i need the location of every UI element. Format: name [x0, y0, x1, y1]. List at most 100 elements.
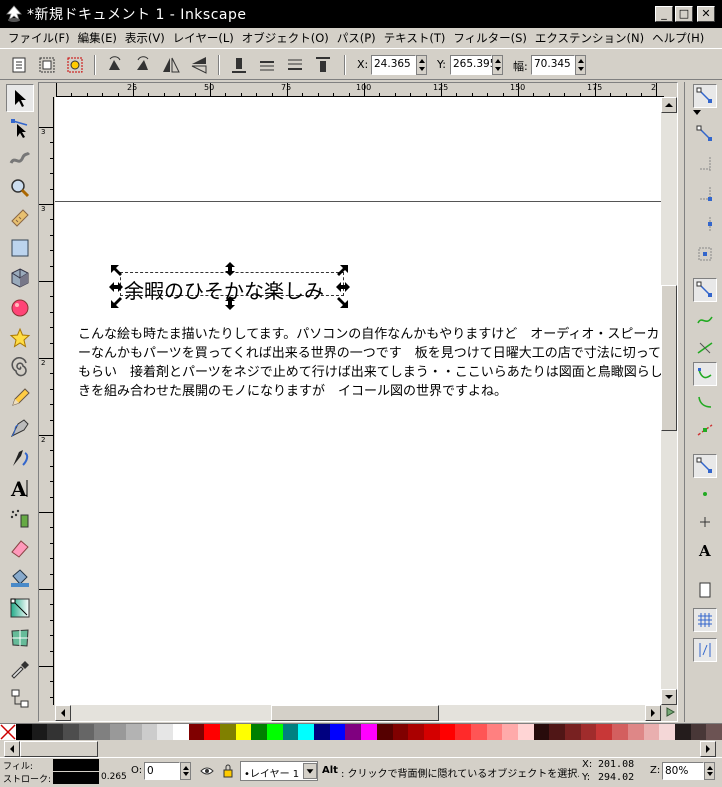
snap-intersection-icon[interactable] — [693, 336, 717, 360]
menu-filters[interactable]: フィルター(S) — [453, 30, 527, 46]
palette-swatch[interactable] — [659, 724, 675, 740]
palette-swatch[interactable] — [16, 724, 32, 740]
menu-text[interactable]: テキスト(T) — [384, 30, 446, 46]
palette-swatch[interactable] — [596, 724, 613, 740]
visibility-eye-icon[interactable] — [200, 766, 214, 776]
snap-nodes-icon[interactable] — [693, 278, 717, 302]
snap-grid-icon[interactable] — [693, 608, 717, 632]
scale-handle-ne-icon[interactable] — [335, 264, 349, 278]
palette-swatch[interactable] — [706, 724, 722, 740]
palette-swatch[interactable] — [267, 724, 283, 740]
vertical-scrollbar[interactable] — [661, 97, 677, 705]
calligraphy-tool-icon[interactable] — [6, 444, 34, 472]
measure-tool-icon[interactable] — [6, 204, 34, 232]
flip-vertical-icon[interactable] — [188, 54, 210, 76]
palette-swatch[interactable] — [502, 724, 518, 740]
snap-bbox-corner-icon[interactable] — [693, 182, 717, 206]
palette-swatch[interactable] — [392, 724, 409, 740]
lower-icon[interactable] — [284, 54, 306, 76]
text-tool-icon[interactable]: A — [6, 474, 34, 502]
selector-tool-icon[interactable] — [6, 84, 34, 112]
menu-edit[interactable]: 編集(E) — [78, 30, 117, 46]
scale-handle-sw-icon[interactable] — [110, 295, 124, 309]
palette-scrollbar[interactable] — [0, 741, 722, 757]
canvas-corner-arrow-icon[interactable] — [664, 706, 676, 718]
palette-swatch[interactable] — [314, 724, 330, 740]
snap-path-icon[interactable] — [693, 308, 717, 332]
scroll-right-icon[interactable] — [645, 705, 661, 721]
drawing-canvas[interactable] — [55, 97, 661, 705]
tweak-tool-icon[interactable] — [6, 144, 34, 172]
palette-swatch[interactable] — [423, 724, 440, 740]
rotate-cw-icon[interactable] — [132, 54, 154, 76]
scroll-up-icon[interactable] — [661, 97, 677, 113]
palette-swatch[interactable] — [157, 724, 173, 740]
menu-path[interactable]: パス(P) — [337, 30, 376, 46]
palette-swatch[interactable] — [298, 724, 315, 740]
snap-enable-icon[interactable] — [693, 84, 717, 108]
palette-swatch[interactable] — [219, 724, 236, 740]
snap-page-border-icon[interactable] — [693, 578, 717, 602]
scale-handle-s-icon[interactable] — [223, 296, 237, 310]
palette-swatch[interactable] — [345, 724, 362, 740]
horizontal-scroll-thumb[interactable] — [271, 705, 439, 721]
palette-swatch[interactable] — [580, 724, 597, 740]
palette-swatch[interactable] — [78, 724, 95, 740]
palette-swatch[interactable] — [627, 724, 644, 740]
palette-swatch[interactable] — [565, 724, 581, 740]
scroll-left-icon[interactable] — [55, 705, 71, 721]
raise-to-top-icon[interactable] — [228, 54, 250, 76]
palette-swatch[interactable] — [47, 724, 64, 740]
palette-swatch[interactable] — [125, 724, 142, 740]
horizontal-ruler[interactable]: 25 50 75 100 125 150 175 2 — [56, 83, 664, 97]
snap-bbox-edge-icon[interactable] — [693, 152, 717, 176]
scale-handle-nw-icon[interactable] — [110, 264, 124, 278]
palette-swatch[interactable] — [63, 724, 79, 740]
scale-handle-w-icon[interactable] — [109, 280, 123, 294]
snap-rotation-center-icon[interactable] — [693, 510, 717, 534]
palette-swatch[interactable] — [439, 724, 456, 740]
y-spinner-icon[interactable] — [492, 55, 503, 75]
palette-swatch[interactable] — [690, 724, 707, 740]
palette-swatch[interactable] — [549, 724, 566, 740]
color-palette[interactable] — [0, 723, 722, 741]
snap-bbox-midpoint-icon[interactable] — [693, 212, 717, 236]
stroke-swatch[interactable] — [53, 772, 99, 784]
gradient-tool-icon[interactable] — [6, 594, 34, 622]
snap-bbox-icon[interactable] — [693, 122, 717, 146]
canvas-body-text[interactable]: こんな絵も時たま描いたりしてます。パソコンの自作なんかもやりますけど オーディオ… — [78, 325, 663, 401]
palette-swatch[interactable] — [172, 724, 189, 740]
lower-to-bottom-icon[interactable] — [312, 54, 334, 76]
scale-handle-e-icon[interactable] — [336, 280, 350, 294]
snap-guides-icon[interactable] — [693, 638, 717, 662]
palette-swatch[interactable] — [674, 724, 691, 740]
palette-swatch[interactable] — [329, 724, 346, 740]
palette-swatch[interactable] — [486, 724, 503, 740]
select-all-icon[interactable] — [8, 54, 30, 76]
snap-object-center-icon[interactable] — [693, 482, 717, 506]
palette-swatch[interactable] — [518, 724, 534, 740]
palette-swatch[interactable] — [188, 724, 205, 740]
menu-help[interactable]: ヘルプ(H) — [652, 30, 704, 46]
palette-swatch[interactable] — [204, 724, 220, 740]
ellipse-tool-icon[interactable] — [6, 294, 34, 322]
close-button[interactable]: ✕ — [697, 6, 715, 22]
palette-swatch[interactable] — [643, 724, 660, 740]
fill-swatch[interactable] — [53, 759, 99, 771]
menu-view[interactable]: 表示(V) — [125, 30, 165, 46]
snap-cusp-icon[interactable] — [693, 362, 717, 386]
palette-swatch[interactable] — [235, 724, 252, 740]
mesh-tool-icon[interactable] — [6, 624, 34, 652]
width-input[interactable]: 70.345 — [531, 55, 575, 75]
layer-lock-icon[interactable] — [222, 764, 234, 778]
palette-swatch[interactable] — [141, 724, 158, 740]
x-spinner-icon[interactable] — [416, 55, 427, 75]
star-tool-icon[interactable] — [6, 324, 34, 352]
palette-swatch[interactable] — [612, 724, 628, 740]
spray-tool-icon[interactable] — [6, 504, 34, 532]
vertical-ruler[interactable]: 3 3 2 2 — [39, 97, 54, 705]
scale-handle-n-icon[interactable] — [223, 262, 237, 276]
raise-icon[interactable] — [256, 54, 278, 76]
snap-smooth-icon[interactable] — [693, 390, 717, 414]
palette-swatch[interactable] — [282, 724, 299, 740]
